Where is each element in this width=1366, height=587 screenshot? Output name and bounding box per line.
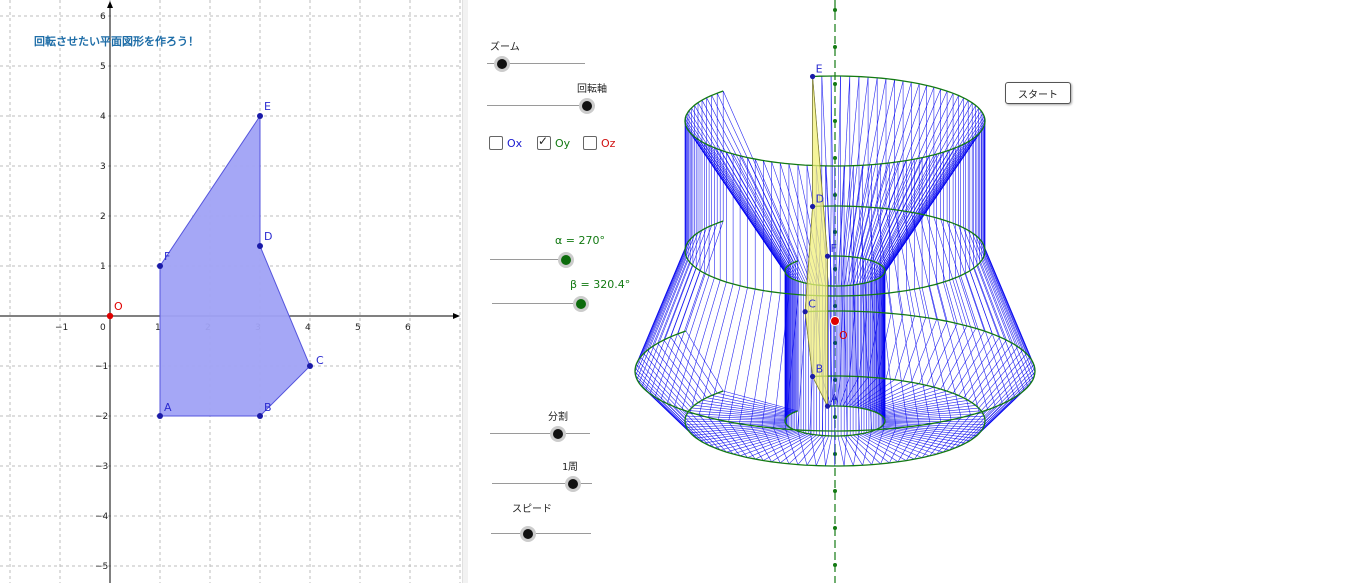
- x-tick-label: 0: [100, 323, 106, 333]
- point-f[interactable]: [157, 263, 163, 269]
- checkbox-ox-box[interactable]: [489, 136, 503, 150]
- checkbox-oz[interactable]: Oz: [583, 136, 615, 150]
- point-label-b: B: [264, 401, 272, 414]
- y-tick-label: 5: [100, 62, 106, 72]
- checkbox-oy[interactable]: Oy: [537, 136, 570, 150]
- solid-point-b: [810, 374, 815, 379]
- x-tick-label: −1: [55, 323, 68, 333]
- checkbox-oz-box[interactable]: [583, 136, 597, 150]
- zoom-label: ズーム: [490, 38, 520, 53]
- solid-label-c: C: [808, 298, 816, 311]
- solid-label-f: F: [831, 242, 837, 255]
- zoom-slider[interactable]: [487, 56, 585, 72]
- y-tick-label: −4: [95, 512, 109, 522]
- alpha-label: α = 270°: [555, 234, 605, 247]
- y-tick-label: 1: [100, 262, 106, 272]
- beta-label: β = 320.4°: [570, 278, 630, 291]
- point-label-f: F: [164, 250, 170, 263]
- graphics-view[interactable]: −10123456654321−1−2−3−4−5 ABCDEF O 回転させた…: [0, 0, 462, 583]
- polygon-shape[interactable]: [160, 116, 310, 416]
- solid-label-e: E: [816, 63, 823, 76]
- one-turn-label: 1周: [562, 458, 578, 473]
- checkbox-oz-label: Oz: [601, 137, 615, 150]
- speed-label: スピード: [512, 500, 552, 515]
- x-tick-label: 4: [305, 323, 311, 333]
- y-tick-label: 2: [100, 212, 106, 222]
- rotation-axis-label: 回転軸: [577, 80, 607, 95]
- divisions-label: 分割: [548, 408, 568, 423]
- y-tick-label: 6: [100, 12, 106, 22]
- point-label-e: E: [264, 100, 271, 113]
- start-button[interactable]: スタート: [1005, 82, 1071, 104]
- checkbox-oy-box[interactable]: [537, 136, 551, 150]
- solid-label-b: B: [816, 363, 824, 376]
- y-tick-label: −5: [95, 562, 108, 572]
- point-label-d: D: [264, 230, 272, 243]
- one-turn-slider[interactable]: [492, 476, 592, 492]
- y-tick-label: 3: [100, 162, 106, 172]
- solid-point-d: [810, 204, 815, 209]
- point-b[interactable]: [257, 413, 263, 419]
- y-tick-label: 4: [100, 112, 106, 122]
- zoom-slider-knob[interactable]: [494, 56, 510, 72]
- solid-label-d: D: [816, 193, 824, 206]
- beta-slider[interactable]: [492, 296, 584, 312]
- alpha-slider[interactable]: [490, 252, 572, 268]
- checkbox-ox-label: Ox: [507, 137, 522, 150]
- y-tick-label: −1: [95, 362, 108, 372]
- page-title: 回転させたい平面図形を作ろう！: [34, 34, 199, 48]
- point-c[interactable]: [307, 363, 313, 369]
- rotation-axis-slider[interactable]: [487, 98, 595, 114]
- solid-point-e: [810, 74, 815, 79]
- solid-point-c: [803, 309, 808, 314]
- rotation-axis-slider-knob[interactable]: [579, 98, 595, 114]
- speed-slider[interactable]: [491, 526, 591, 542]
- x-tick-label: 6: [405, 323, 411, 333]
- checkbox-oy-label: Oy: [555, 137, 570, 150]
- solid-origin-label: O: [839, 329, 848, 342]
- divisions-slider-knob[interactable]: [550, 426, 566, 442]
- origin-label: O: [114, 300, 123, 313]
- solid-point-a: [825, 404, 830, 409]
- alpha-slider-knob[interactable]: [558, 252, 574, 268]
- divisions-slider-track: [490, 433, 590, 434]
- x-tick-label: 5: [355, 323, 361, 333]
- speed-slider-track: [491, 533, 591, 534]
- beta-slider-track: [492, 303, 584, 304]
- speed-slider-knob[interactable]: [520, 526, 536, 542]
- point-label-c: C: [316, 354, 324, 367]
- y-tick-label: −2: [95, 412, 108, 422]
- checkbox-ox[interactable]: Ox: [489, 136, 522, 150]
- solid-label-a: A: [831, 392, 839, 405]
- coordinate-plane[interactable]: −10123456654321−1−2−3−4−5 ABCDEF O 回転させた…: [0, 0, 462, 583]
- divisions-slider[interactable]: [490, 426, 590, 442]
- y-tick-label: −3: [95, 462, 108, 472]
- point-d[interactable]: [257, 243, 263, 249]
- origin-point[interactable]: [107, 313, 113, 319]
- point-e[interactable]: [257, 113, 263, 119]
- solid-origin-point[interactable]: [831, 317, 840, 326]
- beta-slider-knob[interactable]: [573, 296, 589, 312]
- solid-point-f: [825, 254, 830, 259]
- point-a[interactable]: [157, 413, 163, 419]
- one-turn-slider-knob[interactable]: [565, 476, 581, 492]
- point-label-a: A: [164, 401, 172, 414]
